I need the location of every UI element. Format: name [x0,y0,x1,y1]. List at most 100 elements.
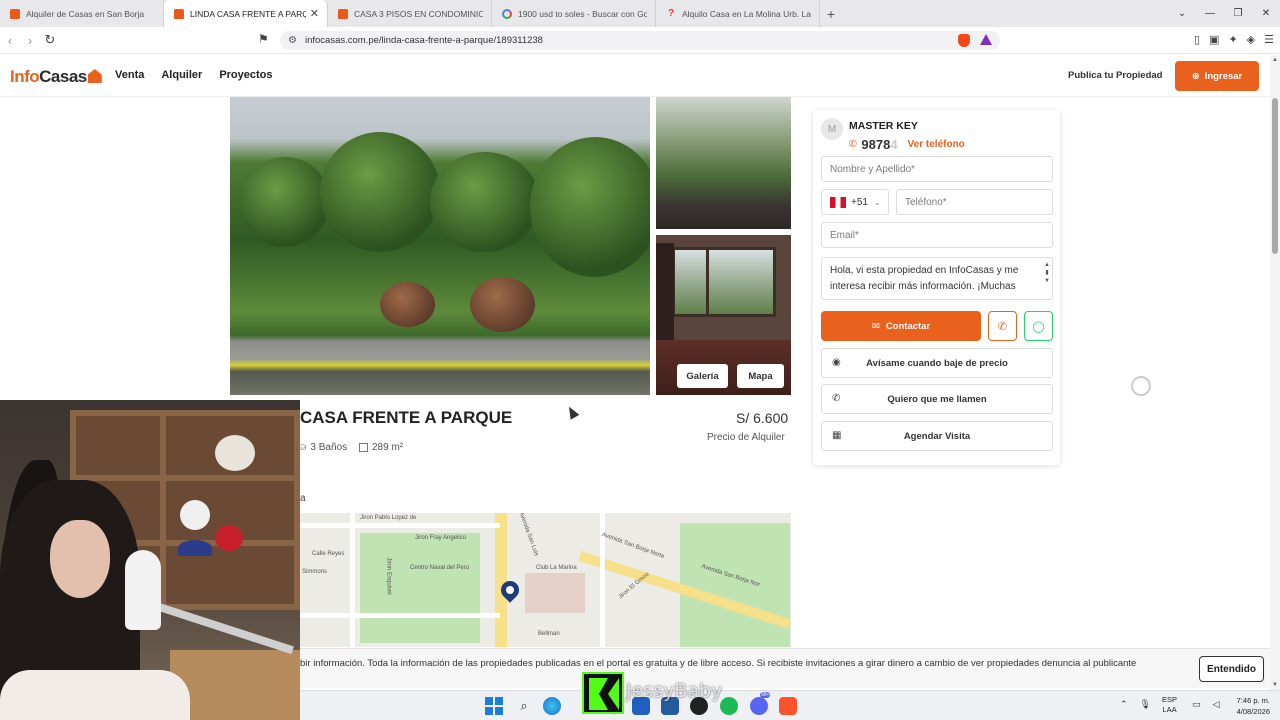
nav-venta[interactable]: Venta [115,69,144,81]
reload-icon[interactable]: ↻ [40,32,60,48]
spotify-icon[interactable] [720,697,738,715]
brave-icon[interactable] [779,697,797,715]
sidebar-icon[interactable]: ▯ [1194,33,1200,46]
gallery-button[interactable]: Galería [677,364,728,388]
logo-text-casas: Casas [39,67,87,86]
tab-list-icon[interactable]: ⌄ [1168,8,1196,19]
map-label: Centro Naval del Peru [410,565,470,571]
main-photo-park[interactable] [230,97,650,395]
photo-window [672,247,776,317]
map-road [495,513,507,647]
clock[interactable]: 7:46 p. m. 4/08/2026 [1226,695,1270,717]
browser-nav-bar: ‹ › ↻ ⚑ ⚙ infocasas.com.pe/linda-casa-fr… [0,27,1280,54]
phone-digits: 9878 [861,137,891,152]
see-phone-link[interactable]: Ver teléfono [908,139,965,150]
textarea-scrollbar[interactable]: ▲ ▮ ▼ [1044,261,1050,285]
infocasas-favicon-icon [174,8,184,19]
location-map[interactable]: Jiron Pablo Lopez de Jiron Fray Angelico… [300,513,791,647]
calendar-icon: ▦ [832,430,842,441]
login-button[interactable]: ⊕ Ingresar [1175,61,1259,91]
map-label: Jiron Esquivel [385,557,392,595]
message-textarea[interactable]: Hola, vi esta propiedad en InfoCasas y m… [821,257,1053,300]
volume-icon[interactable]: ◁ [1213,699,1220,710]
name-field[interactable]: Nombre y Apellido* [821,156,1053,182]
bookmark-icon[interactable]: ⚑ [258,32,269,46]
peru-flag-icon [830,196,846,208]
browser-tab[interactable]: Alquiler de Casas en San Borja [0,0,164,27]
scrollbar-thumb[interactable] [1272,98,1278,254]
thumbnail-balcony[interactable] [656,97,791,229]
discord-icon[interactable]: 99+ [750,692,771,715]
forward-icon[interactable]: › [20,33,40,48]
photo-tree [240,157,330,247]
whatsapp-button[interactable]: ◯ [1024,311,1053,341]
leo-ai-icon[interactable]: ✦ [1228,33,1237,46]
language-code: ESP [1162,695,1178,704]
nav-alquiler[interactable]: Alquiler [161,69,202,81]
publish-property-link[interactable]: Publica tu Propiedad [1068,70,1163,81]
address-bar[interactable]: ⚙ infocasas.com.pe/linda-casa-frente-a-p… [280,31,1000,50]
mail-icon: ✉ [871,320,880,332]
page-scrollbar[interactable]: ▲ ▼ [1270,55,1280,690]
phone-field[interactable]: Teléfono* [896,189,1053,215]
phone-row: ✆ 98784 Ver teléfono [847,137,965,152]
scroll-down-icon[interactable]: ▼ [1272,682,1278,688]
phone-placeholder: Teléfono* [905,196,947,208]
menu-icon[interactable]: ☰ [1264,33,1274,46]
price-alert-label: Avísame cuando baje de precio [866,357,1008,369]
browser-tab[interactable]: ? Alquilo Casa en La Molina Urb. La Ens [656,0,820,27]
minimize-icon[interactable]: — [1196,8,1224,19]
price-alert-button[interactable]: ◉ Avísame cuando baje de precio [821,348,1053,378]
contact-button-label: Contactar [885,320,931,332]
country-code-select[interactable]: +51 ⌄ [821,189,889,215]
map-button[interactable]: Mapa [737,364,784,388]
login-label: Ingresar [1204,70,1243,82]
google-favicon-icon [502,8,512,19]
listing-price: S/ 6.600 [736,410,789,426]
nav-proyectos[interactable]: Proyectos [219,69,272,81]
brave-shields-icon[interactable] [958,34,970,47]
brave-rewards-icon[interactable] [980,34,992,45]
webcam-microphone [125,550,161,630]
schedule-visit-button[interactable]: ▦ Agendar Visita [821,421,1053,451]
contact-button[interactable]: ✉ Contactar [821,311,981,341]
browser-tab[interactable]: CASA 3 PISOS EN CONDOMINIO. Re [328,0,492,27]
email-field[interactable]: Email* [821,222,1053,248]
language-indicator[interactable]: ESP LAA [1162,695,1177,715]
photo-shrub [380,282,435,327]
infocasas-favicon-icon [10,8,20,19]
new-tab-button[interactable]: + [820,6,842,22]
photo-tree [320,132,440,252]
photo-window-frame [706,247,709,317]
wallet-icon[interactable]: ▣ [1209,33,1219,46]
browser-tab[interactable]: 1900 usd to soles - Buscar con Goog [492,0,656,27]
windows-start-icon[interactable] [485,697,503,715]
restore-icon[interactable]: ❐ [1224,8,1252,19]
scroll-up-icon[interactable]: ▲ [1272,57,1278,63]
call-button[interactable]: ✆ [988,311,1017,341]
microphone-icon[interactable]: 🎙 [1140,699,1151,710]
close-window-icon[interactable]: ✕ [1252,8,1280,19]
infocasas-logo[interactable]: InfoCasas [10,67,102,87]
clock-date: 4/08/2026 [1236,707,1270,716]
back-icon[interactable]: ‹ [0,33,20,48]
agency-name[interactable]: MASTER KEY [849,120,918,132]
phone-icon: ✆ [847,137,860,152]
webcam-shelf-board [70,475,300,481]
browser-tab-active[interactable]: LINDA CASA FRENTE A PARQUE ✕ [164,0,328,27]
photo-shrub [470,277,535,332]
search-icon[interactable]: ⌕ [515,697,533,715]
area-icon [359,443,368,452]
call-me-button[interactable]: ✆ Quiero que me llamen [821,384,1053,414]
close-tab-icon[interactable]: ✕ [310,7,319,20]
display-icon[interactable]: ▭ [1192,699,1201,710]
tray-chevron-icon[interactable]: ⌃ [1120,699,1128,710]
webcam-plush [180,500,210,530]
window-controls: ⌄ — ❐ ✕ [1168,0,1280,27]
site-info-icon[interactable]: ⚙ [288,35,297,46]
edge-icon[interactable] [543,697,561,715]
vpn-icon[interactable]: ◈ [1247,33,1255,46]
notification-badge: 99+ [760,692,771,698]
webcam-plush [178,540,212,556]
accept-notice-button[interactable]: Entendido [1199,656,1264,682]
